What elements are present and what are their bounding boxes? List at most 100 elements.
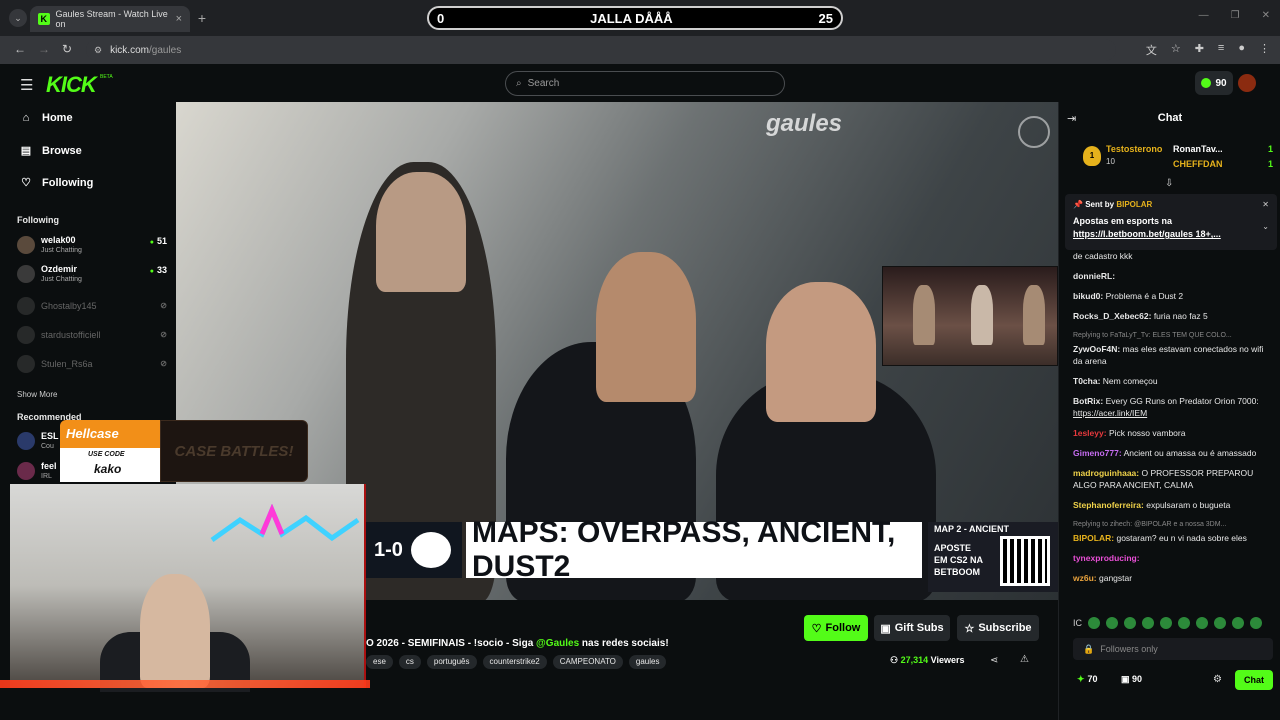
emote-icon[interactable]: [1160, 617, 1172, 629]
ad-brand: Hellcase: [66, 426, 119, 441]
channel-category: Just Chatting: [41, 247, 82, 254]
site-info-icon[interactable]: ⚙: [94, 45, 102, 56]
browser-menu-icon[interactable]: ⋮: [1259, 42, 1270, 58]
viewer-label: Viewers: [930, 655, 965, 665]
emote-icon[interactable]: [1232, 617, 1244, 629]
extensions-icon[interactable]: ✚: [1195, 42, 1204, 58]
stream-title-mention[interactable]: @Gaules: [536, 638, 579, 649]
home-icon: ⌂: [22, 112, 30, 124]
chat-username[interactable]: wz6u:: [1073, 573, 1097, 583]
chat-input[interactable]: 🔒 Followers only: [1073, 638, 1273, 660]
back-button[interactable]: ←: [14, 42, 26, 56]
top-gifter-name[interactable]: Testosterono: [1106, 144, 1162, 154]
emote-icon[interactable]: [1178, 617, 1190, 629]
followed-channel-offline[interactable]: Stulen_Rs6a ⊘: [17, 353, 167, 381]
tab-list-button[interactable]: ⌄: [9, 9, 27, 27]
stream-tag[interactable]: português: [426, 655, 477, 669]
new-tab-button[interactable]: +: [194, 10, 210, 26]
hamburger-menu-icon[interactable]: ☰: [20, 76, 33, 94]
reply-context[interactable]: Replying to zihech: @BIPOLAR e a nossa 3…: [1073, 519, 1271, 531]
share-icon[interactable]: ⋖: [990, 655, 998, 666]
stream-tags: ese cs português counterstrike2 CAMPEONA…: [366, 655, 667, 669]
gear-icon[interactable]: ⚙: [1213, 674, 1222, 685]
chat-text: furia nao faz 5: [1153, 311, 1208, 321]
kick-logo[interactable]: KICK: [46, 72, 97, 98]
sidebar-item-home[interactable]: ⌂ Home: [20, 112, 73, 124]
gift-subs-button[interactable]: ▣ Gift Subs: [874, 615, 950, 641]
sidebar-item-following[interactable]: ♡ Following: [20, 176, 93, 190]
series-score: 1-0: [366, 522, 462, 578]
bookmark-star-icon[interactable]: ☆: [1171, 42, 1181, 58]
gifter-row[interactable]: CHEFFDAN 1: [1173, 159, 1273, 169]
chat-username[interactable]: Gimeno777:: [1073, 448, 1122, 458]
points-balance[interactable]: 90: [1195, 71, 1233, 95]
reload-button[interactable]: ↻: [62, 42, 72, 56]
chevron-down-icon[interactable]: ⌄: [1262, 222, 1269, 231]
chat-send-button[interactable]: Chat: [1235, 670, 1273, 690]
chat-username[interactable]: BIPOLAR:: [1073, 533, 1114, 543]
chat-message: donnieRL:: [1073, 270, 1271, 282]
chat-username[interactable]: T0cha:: [1073, 376, 1100, 386]
chat-username[interactable]: madroguinhaaa:: [1073, 468, 1139, 478]
stream-tag[interactable]: ese: [366, 655, 393, 669]
tab-close-icon[interactable]: ×: [176, 13, 182, 25]
expand-leaderboard-icon[interactable]: ⇩: [1165, 178, 1173, 189]
report-icon[interactable]: ⚠: [1020, 654, 1029, 665]
chat-username[interactable]: bikud0:: [1073, 291, 1103, 301]
unpin-icon[interactable]: ✕: [1262, 200, 1269, 209]
reply-context[interactable]: Replying to FaTaLyT_Tv: ELES TEM QUE COL…: [1073, 330, 1271, 342]
chat-subs[interactable]: ▣ 90: [1121, 674, 1142, 685]
emote-icon[interactable]: [1124, 617, 1136, 629]
chat-points[interactable]: ✦ 70: [1077, 674, 1098, 685]
sidebar-item-label: Home: [42, 112, 73, 124]
url-path: /gaules: [148, 44, 182, 56]
chat-username[interactable]: tynexproducing:: [1073, 553, 1140, 563]
pinned-message[interactable]: 📌 Sent by BIPOLAR Apostas em esports na h…: [1065, 194, 1277, 250]
chat-username[interactable]: Stephanoferreira:: [1073, 500, 1144, 510]
subscribe-button[interactable]: ☆ Subscribe: [957, 615, 1039, 641]
chat-link[interactable]: https://acer.link/IEM: [1073, 408, 1147, 418]
followed-channel[interactable]: Ozdemir Just Chatting 33: [17, 263, 167, 291]
emote-icon[interactable]: [1250, 617, 1262, 629]
pinned-link[interactable]: https://l.betboom.bet/gaules 18+,...: [1073, 229, 1221, 239]
profile-icon[interactable]: ●: [1238, 42, 1245, 58]
chat-username[interactable]: BotRix:: [1073, 396, 1103, 406]
sidebar-item-browse[interactable]: ▤ Browse: [20, 144, 82, 158]
emote-icon[interactable]: [1214, 617, 1226, 629]
forward-button[interactable]: →: [38, 42, 50, 56]
gifter-row[interactable]: RonanTav... 1: [1173, 144, 1273, 154]
translate-icon[interactable]: 文: [1146, 42, 1157, 58]
url-field[interactable]: ⚙ kick.com/gaules: [86, 39, 1116, 61]
user-avatar[interactable]: [1238, 74, 1256, 92]
search-input[interactable]: ⌕ Search: [505, 71, 785, 96]
follow-button[interactable]: ♡ Follow: [804, 615, 868, 641]
emote-icon[interactable]: [1196, 617, 1208, 629]
chat-username[interactable]: 1esleyy:: [1073, 428, 1107, 438]
browser-tab[interactable]: K Gaules Stream - Watch Live on ×: [30, 6, 190, 32]
chat-text: gangstar: [1099, 573, 1133, 583]
followed-channel-offline[interactable]: stardustofficiell ⊘: [17, 324, 167, 352]
restore-button[interactable]: ❐: [1231, 10, 1240, 21]
channel-avatar: [17, 326, 35, 344]
show-more-link[interactable]: Show More: [17, 390, 57, 399]
channel-avatar: [17, 236, 35, 254]
chat-username[interactable]: ZywOoF4N:: [1073, 344, 1120, 354]
chat-username[interactable]: donnieRL:: [1073, 271, 1115, 281]
emote-icon[interactable]: [1088, 617, 1100, 629]
stream-tag[interactable]: gaules: [628, 655, 667, 669]
viewer-count: ⚇ 27,314 Viewers: [890, 655, 965, 666]
emote-icon[interactable]: [1142, 617, 1154, 629]
emote-bar: IC: [1073, 616, 1277, 630]
media-icon[interactable]: ≡: [1218, 42, 1224, 58]
emote-scroll-icon[interactable]: IC: [1073, 618, 1082, 628]
chat-username[interactable]: Rocks_D_Xebec62:: [1073, 311, 1151, 321]
followed-channel-offline[interactable]: Ghostalby145 ⊘: [17, 295, 167, 323]
minimize-button[interactable]: —: [1199, 10, 1209, 21]
close-window-button[interactable]: ✕: [1262, 10, 1270, 21]
stream-tag[interactable]: counterstrike2: [482, 655, 547, 669]
stream-tag[interactable]: cs: [398, 655, 421, 669]
stream-tag[interactable]: CAMPEONATO: [552, 655, 623, 669]
emote-icon[interactable]: [1106, 617, 1118, 629]
followed-channel[interactable]: welak00 Just Chatting 51: [17, 234, 167, 262]
furia-logo-icon: [410, 532, 451, 568]
